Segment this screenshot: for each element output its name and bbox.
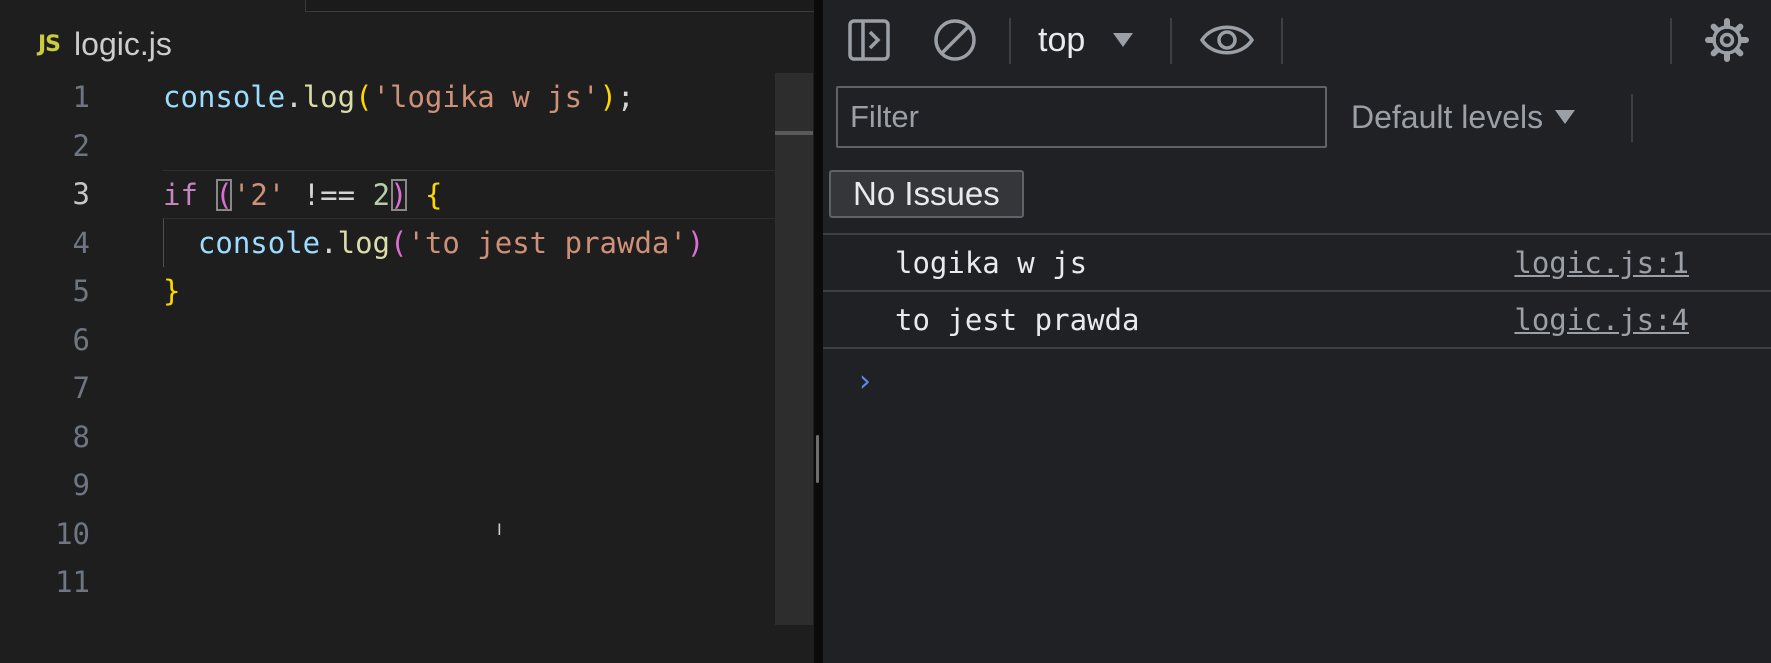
token-brace: { [424, 178, 443, 212]
line-number: 8 [72, 419, 90, 454]
line-number-active: 3 [72, 177, 90, 211]
line-number: 4 [72, 225, 90, 260]
token-semicolon: ; [617, 80, 635, 114]
code-line-1[interactable]: console.log('logika w js'); [163, 73, 783, 122]
log-levels-dropdown[interactable]: Default levels [1351, 86, 1576, 148]
code-line-3[interactable]: if ('2' !== 2) { [163, 170, 783, 219]
token-brace: } [163, 274, 181, 308]
token-function: log [337, 225, 390, 260]
eye-icon[interactable] [1197, 14, 1257, 66]
minimap-code-mark [775, 131, 813, 135]
log-levels-label: Default levels [1351, 98, 1544, 135]
token-dot: . [320, 225, 338, 260]
line-number: 2 [72, 128, 90, 163]
line-number: 9 [72, 468, 90, 502]
code-editor[interactable]: JS logic.js 1 2 3 4 5 6 7 8 9 10 11 cons… [0, 0, 814, 663]
tab-filename: logic.js [74, 25, 172, 62]
console-source-link[interactable]: logic.js:4 [1514, 292, 1689, 349]
minimap-slider[interactable] [775, 73, 813, 625]
console-message: to jest prawda logic.js:4 [823, 292, 1771, 349]
token-keyword: if [163, 178, 198, 212]
console-message: logika w js logic.js:1 [823, 235, 1771, 292]
line-number: 11 [55, 565, 90, 599]
panel-splitter[interactable] [814, 0, 823, 663]
issues-button[interactable]: No Issues [829, 170, 1024, 218]
gear-icon[interactable] [1701, 14, 1753, 66]
console-message-text: to jest prawda [895, 303, 1140, 337]
console-prompt-icon[interactable]: › [859, 364, 871, 399]
code-line-4[interactable]: console.log('to jest prawda') [163, 218, 783, 267]
code-line-6[interactable] [163, 316, 783, 365]
line-number: 5 [72, 274, 90, 308]
line-number: 6 [72, 322, 90, 357]
splitter-grip[interactable] [816, 435, 819, 483]
chevron-down-icon [1113, 33, 1134, 47]
toolbar-separator [1170, 18, 1172, 64]
filter-bar: Default levels [823, 80, 1771, 160]
token-paren: ) [686, 225, 705, 260]
console-source-link[interactable]: logic.js:1 [1514, 235, 1689, 292]
indent-guide [163, 218, 164, 267]
token-paren-matched: ( [215, 178, 233, 212]
token-paren: ( [355, 80, 373, 114]
code-area[interactable]: console.log('logika w js'); if ('2' !== … [163, 73, 783, 607]
context-label: top [1038, 20, 1086, 59]
editor-tab-logic-js[interactable]: JS logic.js [38, 22, 172, 66]
code-line-7[interactable] [163, 364, 783, 413]
code-line-10[interactable] [163, 510, 783, 559]
editor-top-strip [305, 0, 814, 12]
token-string: 'to jest prawda' [407, 225, 687, 260]
code-line-11[interactable] [163, 558, 783, 607]
token-string: 'logika w js' [372, 80, 600, 114]
token-paren: ) [599, 80, 617, 114]
token-operator: !== [285, 178, 373, 212]
token-identifier: console [197, 225, 321, 260]
token-dot: . [285, 80, 303, 114]
code-line-9[interactable] [163, 461, 783, 510]
line-number: 10 [55, 516, 90, 551]
toolbar-separator [1281, 18, 1283, 64]
code-line-2[interactable] [163, 122, 783, 171]
line-number-gutter: 1 2 3 4 5 6 7 8 9 10 11 [0, 73, 100, 607]
line-number: 7 [72, 371, 90, 405]
filter-input[interactable] [836, 86, 1327, 148]
token-function: log [302, 80, 356, 114]
js-file-icon: JS [38, 31, 61, 57]
console-message-text: logika w js [895, 246, 1088, 280]
token-paren-matched: ) [390, 178, 408, 212]
text-cursor-icon: I [497, 520, 502, 539]
code-line-8[interactable] [163, 413, 783, 462]
token-number: 2 [372, 178, 391, 212]
devtools-console: top Default levels [823, 0, 1771, 663]
sidebar-toggle-icon[interactable] [843, 14, 895, 66]
console-toolbar: top [823, 0, 1771, 80]
minimap[interactable] [775, 73, 813, 625]
clear-console-icon[interactable] [929, 14, 981, 66]
context-selector[interactable]: top [1038, 14, 1134, 66]
chevron-down-icon [1555, 110, 1576, 124]
toolbar-separator [1670, 18, 1672, 64]
code-line-5[interactable]: } [163, 267, 783, 316]
token-paren: ( [390, 225, 408, 260]
line-number: 1 [72, 80, 90, 114]
toolbar-separator [1009, 18, 1011, 64]
token-string: '2' [232, 178, 286, 212]
issues-bar: No Issues [823, 160, 1771, 235]
token-identifier: console [163, 80, 286, 114]
toolbar-separator [1631, 94, 1633, 142]
